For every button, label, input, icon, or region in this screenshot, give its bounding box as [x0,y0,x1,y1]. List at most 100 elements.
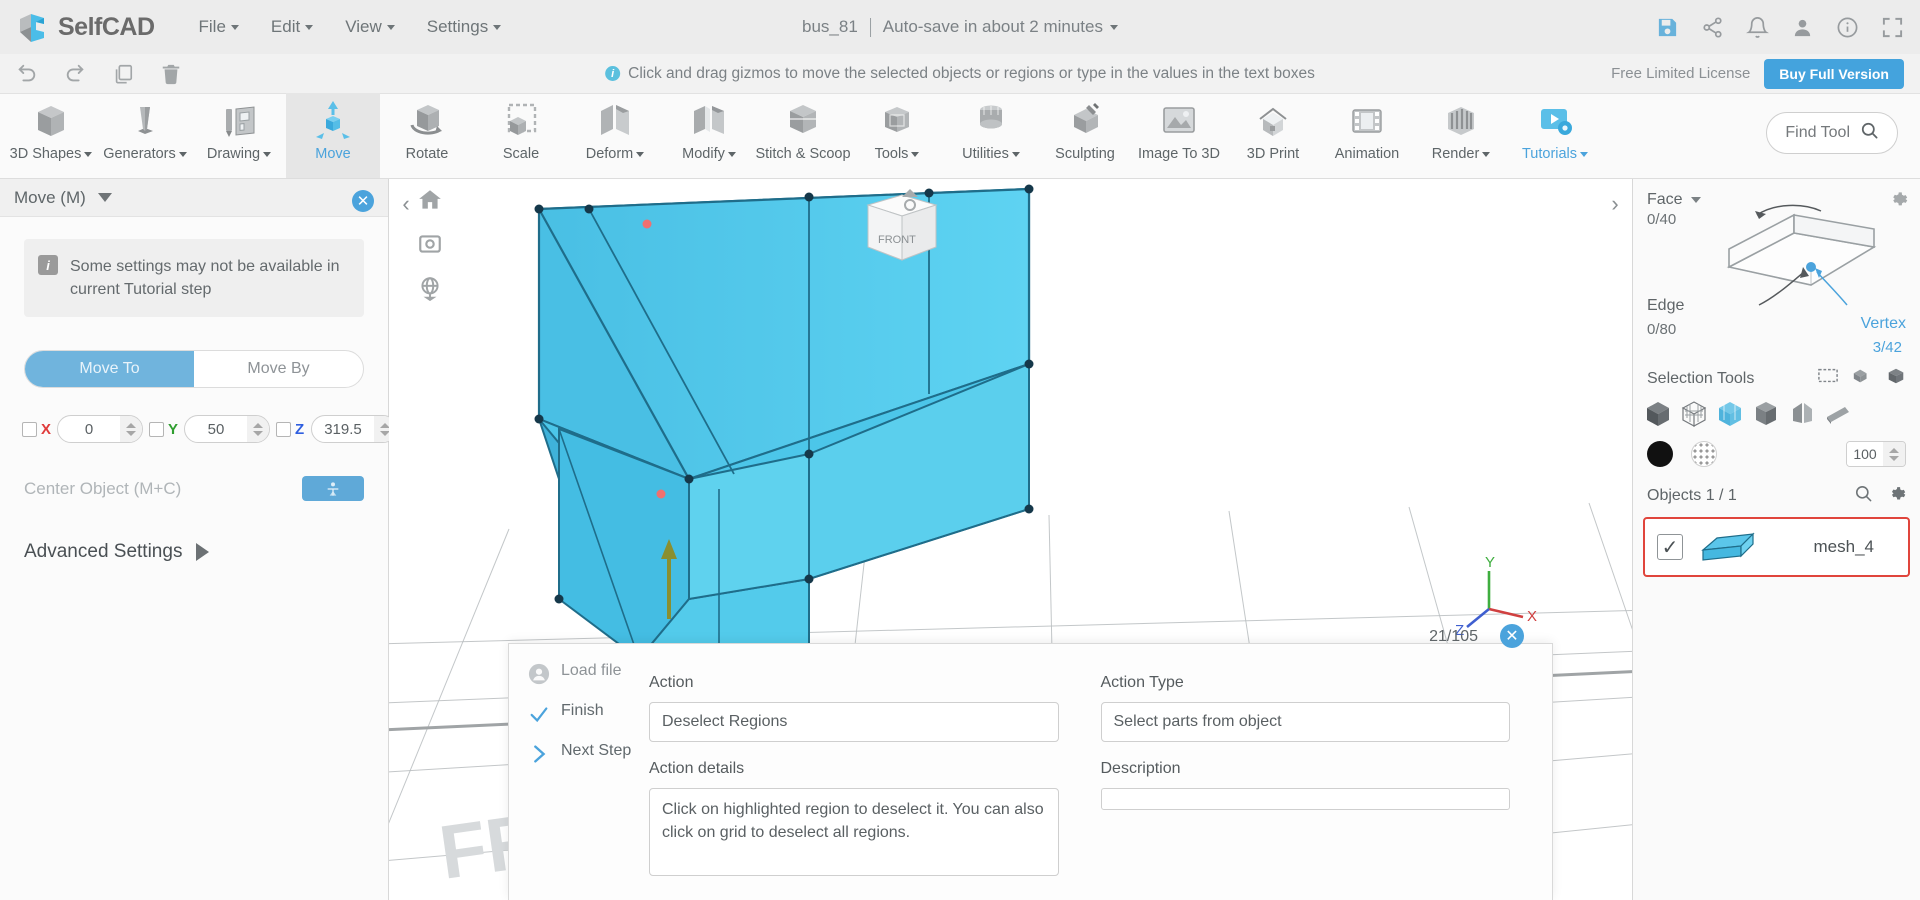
save-icon[interactable] [1656,16,1679,39]
gear-icon[interactable] [1887,484,1906,508]
vertex-select-mode-icon[interactable] [1823,399,1853,429]
delete-icon[interactable] [160,63,182,85]
tool-3d-shapes[interactable]: 3D Shapes [4,93,98,178]
tool-image-to-3d[interactable]: Image To 3D [1132,93,1226,178]
main-toolbar: 3D Shapes Generators Drawing Move Rotate… [0,93,1920,179]
color-swatch-black[interactable] [1647,441,1673,467]
tool-3d-print[interactable]: 3D Print [1226,93,1320,178]
object-list-item-mesh-4[interactable]: ✓ mesh_4 [1643,517,1910,577]
advanced-settings-toggle[interactable]: Advanced Settings [24,541,364,563]
globe-icon[interactable] [417,275,443,302]
move-by-tab[interactable]: Move By [194,351,363,387]
tool-utilities[interactable]: Utilities [944,93,1038,178]
selection-tools-row: Selection Tools [1633,367,1920,390]
action-type-input[interactable] [1100,702,1510,742]
menu-file[interactable]: File [183,11,255,43]
tutorial-step-load-file[interactable]: Load file [527,662,649,686]
autosave-status[interactable]: Auto-save in about 2 minutes [883,17,1118,37]
search-icon[interactable] [1854,484,1873,508]
tutorial-step-next[interactable]: Next Step [527,742,649,766]
redo-icon[interactable] [64,63,86,85]
tool-drawing[interactable]: Drawing [192,93,286,178]
action-input[interactable] [649,702,1059,742]
tutorial-step-finish[interactable]: Finish [527,702,649,726]
tutorial-step-next-label: Next Step [561,742,632,759]
volume-select-icon[interactable] [1886,367,1906,390]
texture-swatch[interactable] [1691,441,1717,467]
solid-mode-icon[interactable] [1643,399,1673,429]
object-visibility-checkbox[interactable]: ✓ [1657,534,1683,560]
action-details-textarea[interactable] [649,788,1059,876]
tool-tutorials[interactable]: Tutorials [1508,93,1602,178]
description-input[interactable] [1100,788,1510,810]
axis-z-input[interactable] [312,416,374,443]
opacity-stepper[interactable] [1846,441,1906,467]
tutorial-dialog: Load file Finish Next Step 21/105 ✕ Acti… [508,624,1553,900]
tool-scale[interactable]: Scale [474,93,568,178]
wireframe-mode-icon[interactable] [1679,399,1709,429]
tool-render[interactable]: Render [1414,93,1508,178]
axis-y-checkbox[interactable] [149,421,164,437]
objects-actions [1854,484,1906,508]
tool-animation[interactable]: Animation [1320,93,1414,178]
menu-edit[interactable]: Edit [255,11,329,43]
tool-move[interactable]: Move [286,93,380,178]
axis-x-spin-arrows[interactable] [120,416,142,443]
shaded-wireframe-mode-icon[interactable] [1715,399,1745,429]
axis-y-spin-arrows[interactable] [247,416,269,443]
move-to-tab[interactable]: Move To [25,351,194,388]
viewport-prev-button[interactable]: ‹ [393,191,419,217]
axis-z-stepper[interactable] [311,415,397,444]
menu-view[interactable]: View [329,11,411,43]
tool-deform-label: Deform [586,146,645,162]
view-cube[interactable]: FRONT [844,189,974,319]
tool-generators[interactable]: Generators [98,93,192,178]
share-icon[interactable] [1701,16,1724,39]
tool-stitch-scoop[interactable]: Stitch & Scoop [755,93,851,178]
tool-deform[interactable]: Deform [568,93,662,178]
axis-z-checkbox[interactable] [276,421,291,437]
opacity-spin-arrows[interactable] [1883,442,1905,466]
tool-tools[interactable]: Tools [850,93,944,178]
tool-modify[interactable]: Modify [662,93,756,178]
tool-sculpting[interactable]: Sculpting [1038,93,1132,178]
brand-logo[interactable]: SelfCAD [16,10,155,44]
edge-select-mode-icon[interactable] [1787,399,1817,429]
notifications-icon[interactable] [1746,16,1769,39]
axis-y-stepper[interactable] [184,415,270,444]
close-tutorial-button[interactable]: ✕ [1500,624,1524,648]
axis-x-stepper[interactable] [57,415,143,444]
menu-edit-label: Edit [270,17,301,36]
face-select-mode-icon[interactable] [1751,399,1781,429]
tool-rotate-label: Rotate [405,146,449,162]
opacity-input[interactable] [1847,442,1883,466]
account-icon[interactable] [1791,16,1814,39]
copy-icon[interactable] [112,63,134,85]
rotate-icon [404,99,450,143]
tool-3d-print-label: 3D Print [1246,146,1300,162]
viewport-next-button[interactable]: › [1602,191,1628,217]
find-tool-button[interactable]: Find Tool [1766,112,1898,154]
image-to-3d-icon [1156,99,1202,143]
buy-full-version-button[interactable]: Buy Full Version [1764,58,1904,89]
tool-rotate[interactable]: Rotate [380,93,474,178]
center-object-button[interactable] [302,476,364,502]
move-panel-header: Move (M) [0,179,388,217]
menu-settings[interactable]: Settings [411,11,517,43]
axis-x-checkbox[interactable] [22,421,37,437]
fullscreen-icon[interactable] [1881,16,1904,39]
box-select-icon[interactable] [1852,367,1872,390]
tool-scale-label: Scale [502,146,540,162]
tutorial-step-finish-label: Finish [561,702,604,719]
chevron-down-icon[interactable] [97,193,112,202]
undo-icon[interactable] [16,63,38,85]
secondary-toolbar: i Click and drag gizmos to move the sele… [0,54,1920,94]
rect-select-icon[interactable] [1818,367,1838,390]
axis-x-input[interactable] [58,416,120,443]
screenshot-icon[interactable] [417,231,443,257]
face-mode[interactable]: Face [1647,191,1701,209]
close-panel-button[interactable]: ✕ [352,190,374,212]
info-icon[interactable] [1836,16,1859,39]
axis-y-input[interactable] [185,416,247,443]
home-icon[interactable] [417,187,443,213]
